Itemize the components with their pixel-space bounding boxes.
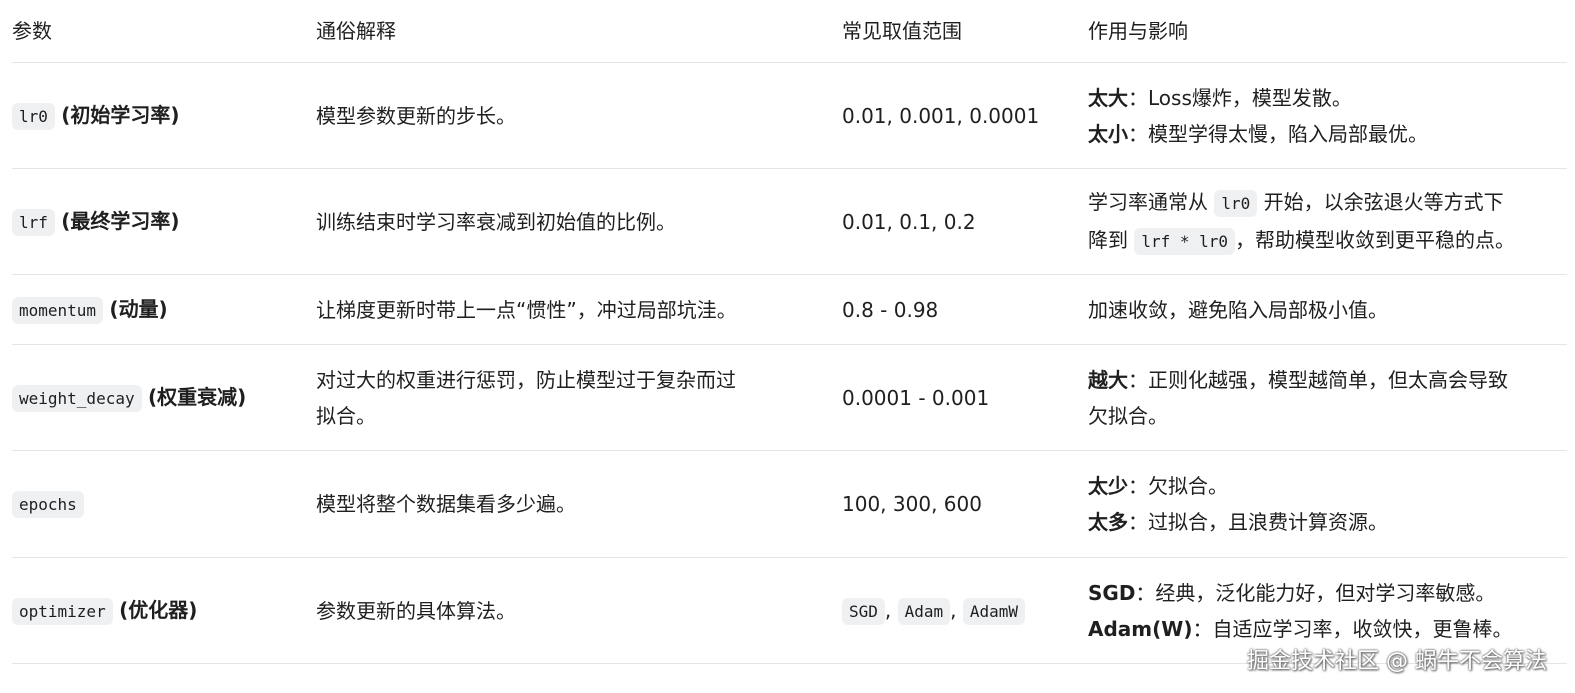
table-header-row: 参数 通俗解释 常见取值范围 作用与影响 xyxy=(12,0,1567,63)
table-row: momentum (动量) 让梯度更新时带上一点“惯性”，冲过局部坑洼。 0.8… xyxy=(12,275,1567,345)
param-code: lrf xyxy=(12,208,55,236)
parameter-table: 参数 通俗解释 常见取值范围 作用与影响 lr0 (初始学习率) 模型参数更新的… xyxy=(12,0,1567,664)
effect-keyword: 越大 xyxy=(1088,367,1128,392)
effect-cell: 太大：Loss爆炸，模型发散。 太小：模型学得太慢，陷入局部最优。 xyxy=(1088,63,1568,168)
header-effect: 作用与影响 xyxy=(1088,19,1188,43)
param-label: (初始学习率) xyxy=(61,102,180,127)
range-cell: 0.8 - 0.98 xyxy=(842,297,939,322)
effect-text: ：欠拟合。 xyxy=(1128,474,1228,498)
effect-cell: 加速收敛，避免陷入局部极小值。 xyxy=(1088,297,1388,322)
header-param: 参数 xyxy=(12,19,52,43)
effect-cell: 太少：欠拟合。 太多：过拟合，且浪费计算资源。 xyxy=(1088,451,1568,557)
effect-keyword: SGD xyxy=(1088,580,1136,605)
param-code: epochs xyxy=(12,491,84,518)
param-code: weight_decay xyxy=(12,384,142,412)
effect-text: ：模型学得太慢，陷入局部最优。 xyxy=(1128,121,1428,146)
range-cell: 100, 300, 600 xyxy=(842,492,982,516)
range-code: SGD xyxy=(842,597,885,625)
effect-text: 降到 xyxy=(1088,227,1135,252)
range-cell: 0.01, 0.001, 0.0001 xyxy=(842,103,1040,128)
range-cell: SGD, Adam, AdamW xyxy=(842,558,1026,663)
table-row: lrf (最终学习率) 训练结束时学习率衰减到初始值的比例。 0.01, 0.1… xyxy=(12,169,1567,275)
param-cell: lrf (最终学习率) xyxy=(12,169,180,274)
effect-cell: 学习率通常从 lr0 开始，以余弦退火等方式下 降到 lrf * lr0 ，帮助模… xyxy=(1088,169,1568,274)
param-label: (权重衰减) xyxy=(147,384,247,409)
header-range: 常见取值范围 xyxy=(842,19,962,43)
effect-keyword: 太小 xyxy=(1088,121,1128,146)
param-code: momentum xyxy=(12,296,104,324)
inline-code: lr0 xyxy=(1214,189,1258,217)
param-label: (优化器) xyxy=(119,597,198,622)
header-desc: 通俗解释 xyxy=(316,19,396,43)
param-cell: lr0 (初始学习率) xyxy=(12,63,180,168)
param-label: (动量) xyxy=(109,296,168,321)
range-cell: 0.01, 0.1, 0.2 xyxy=(842,209,976,234)
param-label: (最终学习率) xyxy=(61,208,180,233)
effect-text: 学习率通常从 xyxy=(1088,189,1215,214)
param-cell: optimizer (优化器) xyxy=(12,558,197,663)
desc-cell: 对过大的权重进行惩罚，防止模型过于复杂而过 拟合。 xyxy=(316,345,796,450)
desc-cell: 模型参数更新的步长。 xyxy=(316,103,516,128)
range-code: Adam xyxy=(897,597,951,625)
desc-cell: 训练结束时学习率衰减到初始值的比例。 xyxy=(316,209,676,234)
watermark: 掘金技术社区 @ 蜗牛不会算法 xyxy=(1247,649,1547,674)
desc-cell: 参数更新的具体算法。 xyxy=(316,598,516,623)
effect-keyword: 太少 xyxy=(1088,474,1128,498)
effect-text: ：正则化越强，模型越简单，但太高会导致 xyxy=(1128,367,1508,392)
range-separator: , xyxy=(950,597,957,622)
desc-cell: 模型将整个数据集看多少遍。 xyxy=(316,492,576,516)
param-cell: momentum (动量) xyxy=(12,275,168,344)
effect-keyword: 太大 xyxy=(1088,85,1128,110)
effect-text: ：自适应学习率，收敛快，更鲁棒。 xyxy=(1192,616,1513,641)
range-cell: 0.0001 - 0.001 xyxy=(842,385,990,410)
effect-text: ：经典，泛化能力好，但对学习率敏感。 xyxy=(1135,580,1496,605)
range-code: AdamW xyxy=(962,597,1026,625)
desc-line: 对过大的权重进行惩罚，防止模型过于复杂而过 xyxy=(316,367,736,392)
effect-text: 欠拟合。 xyxy=(1088,403,1168,428)
range-separator: , xyxy=(884,597,892,622)
effect-keyword: Adam(W) xyxy=(1088,616,1193,641)
param-cell: epochs xyxy=(12,451,84,557)
effect-text: 开始，以余弦退火等方式下 xyxy=(1257,189,1504,214)
desc-cell: 让梯度更新时带上一点“惯性”，冲过局部坑洼。 xyxy=(316,297,737,322)
desc-line: 拟合。 xyxy=(316,403,376,428)
effect-cell: 越大：正则化越强，模型越简单，但太高会导致 欠拟合。 xyxy=(1088,345,1568,450)
effect-text: ，帮助模型收敛到更平稳的点。 xyxy=(1235,227,1516,252)
inline-code: lrf * lr0 xyxy=(1134,227,1236,255)
effect-keyword: 太多 xyxy=(1088,510,1128,534)
effect-text: ：Loss爆炸，模型发散。 xyxy=(1128,85,1352,110)
param-code: optimizer xyxy=(12,597,113,625)
param-code: lr0 xyxy=(12,102,55,130)
param-cell: weight_decay (权重衰减) xyxy=(12,345,246,450)
table-row: lr0 (初始学习率) 模型参数更新的步长。 0.01, 0.001, 0.00… xyxy=(12,63,1567,169)
table-row: epochs 模型将整个数据集看多少遍。 100, 300, 600 太少：欠拟… xyxy=(12,451,1567,558)
effect-text: ：过拟合，且浪费计算资源。 xyxy=(1128,510,1388,534)
table-row: weight_decay (权重衰减) 对过大的权重进行惩罚，防止模型过于复杂而… xyxy=(12,345,1567,451)
